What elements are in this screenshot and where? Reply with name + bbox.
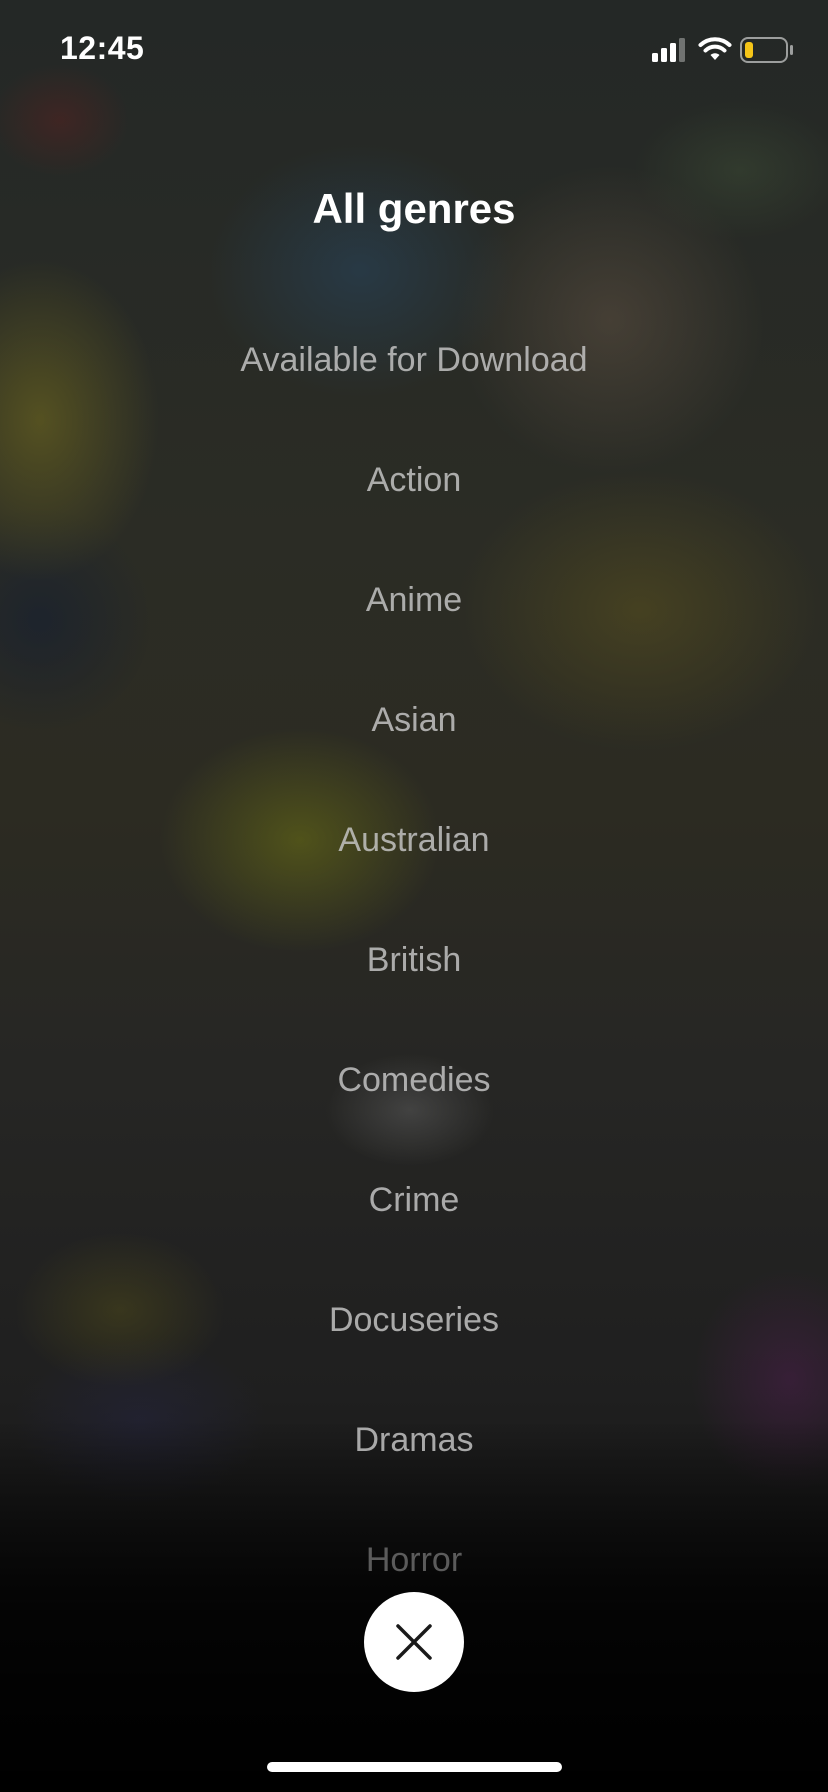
wifi-icon	[698, 37, 732, 60]
battery-icon	[740, 37, 793, 63]
status-bar: 12:45	[0, 0, 828, 100]
home-indicator[interactable]	[267, 1762, 562, 1772]
genre-item-anime[interactable]: Anime	[0, 540, 828, 660]
page-title: All genres	[312, 185, 516, 232]
genre-item-asian[interactable]: Asian	[0, 660, 828, 780]
genre-item-crime[interactable]: Crime	[0, 1140, 828, 1260]
genre-picker-screen: 12:45 All genres Available for Download …	[0, 0, 828, 1792]
cellular-signal-icon	[652, 38, 685, 62]
genre-item-docuseries[interactable]: Docuseries	[0, 1260, 828, 1380]
genre-item-british[interactable]: British	[0, 900, 828, 1020]
close-button[interactable]	[364, 1592, 464, 1692]
genre-item-comedies[interactable]: Comedies	[0, 1020, 828, 1140]
close-icon	[396, 1624, 432, 1660]
genre-list: Available for Download Action Anime Asia…	[0, 300, 828, 1620]
status-time: 12:45	[60, 30, 145, 66]
genre-item-action[interactable]: Action	[0, 420, 828, 540]
genre-item-dramas[interactable]: Dramas	[0, 1380, 828, 1500]
genre-item-australian[interactable]: Australian	[0, 780, 828, 900]
genre-item-available-for-download[interactable]: Available for Download	[0, 300, 828, 420]
